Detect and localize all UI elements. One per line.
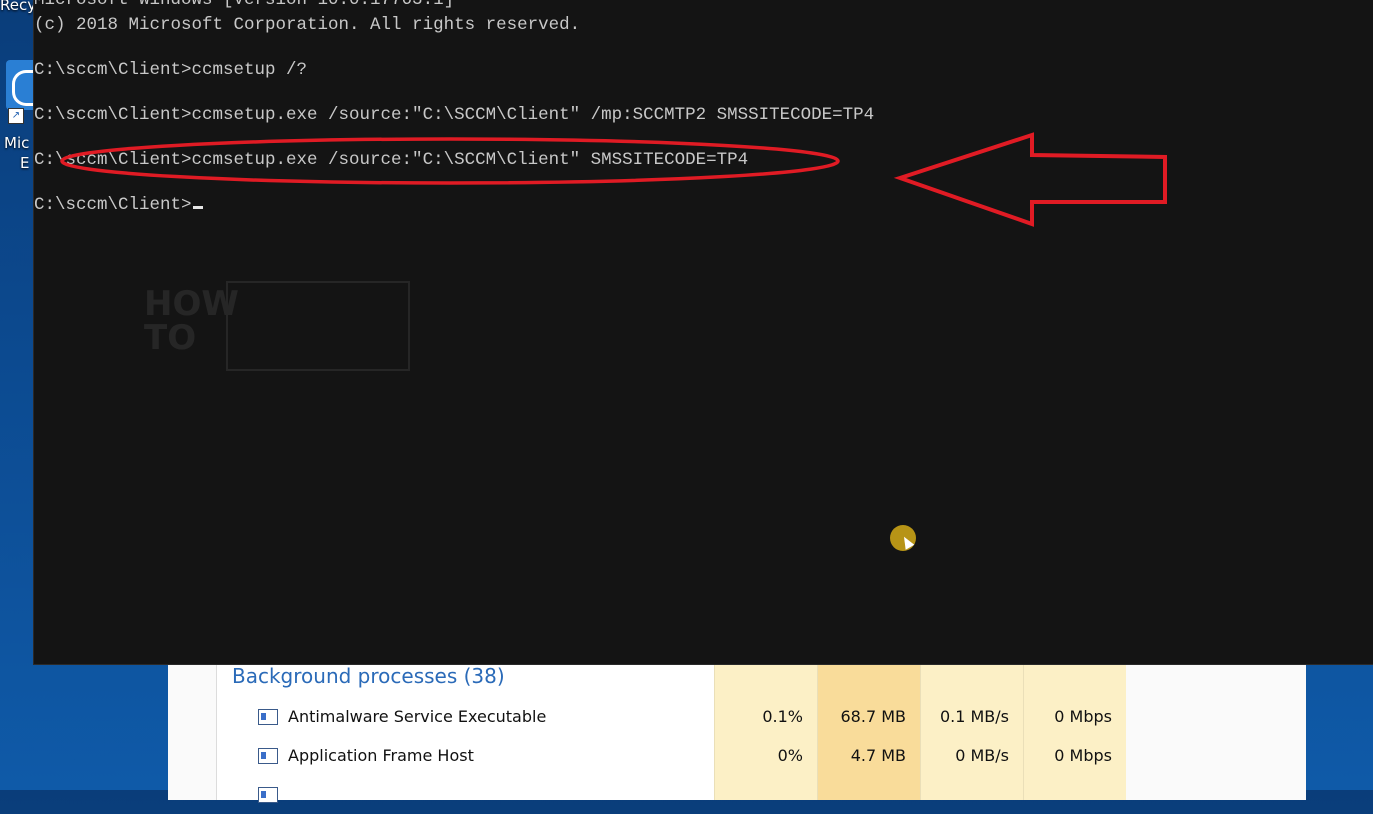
shortcut-arrow-icon: ↗ [8, 108, 24, 124]
background-processes-heading[interactable]: Background processes (38) [232, 664, 505, 688]
console-line-copyright: (c) 2018 Microsoft Corporation. All righ… [34, 15, 581, 35]
process-name: Application Frame Host [288, 746, 474, 765]
desktop-label-edge-line1[interactable]: Mic [4, 134, 29, 152]
watermark-box [226, 281, 410, 371]
console-prompt-text: C:\sccm\Client> [34, 195, 192, 215]
process-name: Antimalware Service Executable [288, 707, 547, 726]
desktop-label-recycle-bin[interactable]: Recy [0, 0, 36, 14]
console-line-command-with-mp: C:\sccm\Client>ccmsetup.exe /source:"C:\… [34, 105, 875, 125]
process-window-icon [258, 748, 278, 764]
process-row-partial[interactable] [216, 776, 1124, 814]
console-line-command-help: C:\sccm\Client>ccmsetup /? [34, 60, 308, 80]
console-line-command-highlighted: C:\sccm\Client>ccmsetup.exe /source:"C:\… [34, 150, 749, 170]
command-prompt-window[interactable]: Microsoft Windows [Version 10.0.17763.1]… [33, 0, 1373, 665]
process-memory: 4.7 MB [850, 746, 906, 765]
process-cpu: 0.1% [762, 707, 803, 726]
process-network: 0 Mbps [1054, 707, 1112, 726]
watermark-text: HOW TO [144, 284, 239, 358]
process-network: 0 Mbps [1054, 746, 1112, 765]
console-prompt[interactable]: C:\sccm\Client> [34, 195, 203, 215]
process-memory: 68.7 MB [840, 707, 907, 726]
process-row[interactable]: Antimalware Service Executable 0.1% 68.7… [216, 698, 1124, 736]
console-line-version: Microsoft Windows [Version 10.0.17763.1] [34, 0, 455, 10]
text-cursor [192, 206, 203, 209]
desktop-label-edge-line2[interactable]: E [20, 154, 29, 172]
process-window-icon [258, 787, 278, 803]
process-disk: 0.1 MB/s [939, 707, 1009, 726]
process-window-icon [258, 709, 278, 725]
watermark-logo: HOW TO [114, 275, 410, 375]
process-row[interactable]: Application Frame Host 0% 4.7 MB 0 MB/s … [216, 737, 1124, 775]
process-disk: 0 MB/s [955, 746, 1009, 765]
process-cpu: 0% [777, 746, 803, 765]
edge-browser-icon[interactable] [6, 60, 36, 110]
